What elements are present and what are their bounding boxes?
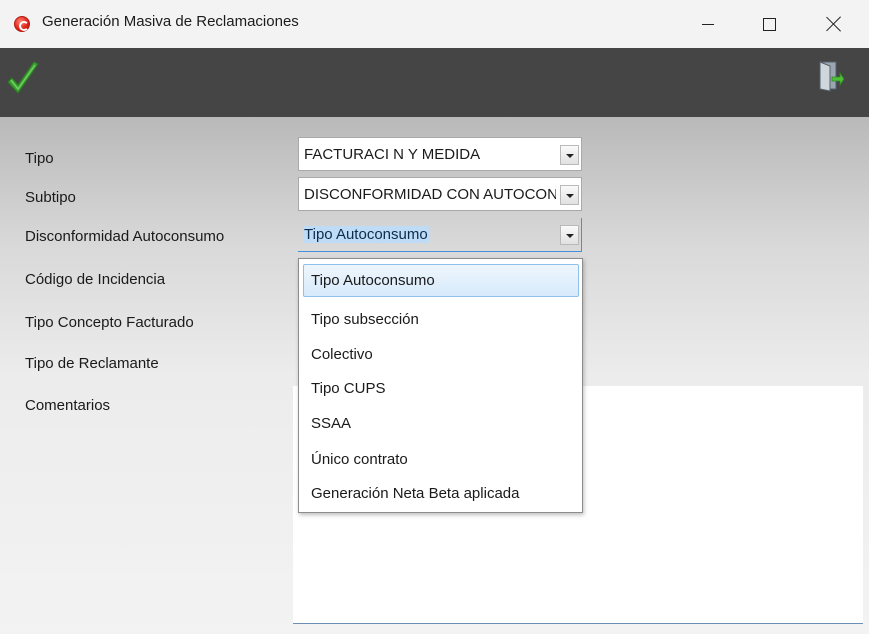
dropdown-option[interactable]: Único contrato bbox=[303, 443, 579, 476]
tipo-select-value: FACTURACI N Y MEDIDA bbox=[304, 146, 481, 163]
tipo-reclamante-label: Tipo de Reclamante bbox=[25, 355, 159, 372]
title-bar: Generación Masiva de Reclamaciones bbox=[0, 0, 869, 48]
subtipo-select-value: DISCONFORMIDAD CON AUTOCONSUMO bbox=[304, 186, 556, 203]
app-icon bbox=[14, 16, 30, 32]
chevron-down-icon[interactable] bbox=[560, 145, 579, 165]
disconformidad-dropdown-list: Tipo Autoconsumo Tipo subsección Colecti… bbox=[298, 258, 583, 513]
comentarios-label: Comentarios bbox=[25, 397, 111, 414]
minimize-icon bbox=[702, 23, 714, 25]
codigo-incidencia-label: Código de Incidencia bbox=[25, 271, 166, 288]
subtipo-label: Subtipo bbox=[25, 189, 76, 206]
chevron-down-icon[interactable] bbox=[560, 225, 579, 245]
window-title: Generación Masiva de Reclamaciones bbox=[42, 13, 299, 30]
dropdown-option[interactable]: Tipo CUPS bbox=[303, 372, 579, 405]
dropdown-option[interactable]: Tipo subsección bbox=[303, 303, 579, 336]
exit-button[interactable] bbox=[818, 60, 845, 92]
dropdown-option[interactable]: Generación Neta Beta aplicada bbox=[303, 477, 579, 510]
confirm-button[interactable] bbox=[6, 60, 40, 98]
close-button[interactable] bbox=[807, 0, 861, 48]
disconformidad-select[interactable]: Tipo Autoconsumo bbox=[298, 218, 582, 252]
subtipo-select[interactable]: DISCONFORMIDAD CON AUTOCONSUMO bbox=[298, 177, 582, 211]
tipo-concepto-label: Tipo Concepto Facturado bbox=[25, 314, 194, 331]
selected-value-text: Tipo Autoconsumo bbox=[303, 226, 429, 243]
dropdown-option[interactable]: SSAA bbox=[303, 407, 579, 440]
toolbar bbox=[0, 48, 869, 117]
chevron-down-icon[interactable] bbox=[560, 185, 579, 205]
dropdown-option[interactable]: Tipo Autoconsumo bbox=[303, 264, 579, 297]
exit-door-icon bbox=[819, 61, 845, 92]
close-icon bbox=[826, 16, 842, 32]
checkmark-icon bbox=[7, 61, 39, 94]
tipo-label: Tipo bbox=[25, 150, 54, 167]
disconformidad-label: Disconformidad Autoconsumo bbox=[25, 228, 225, 245]
maximize-button[interactable] bbox=[742, 0, 796, 48]
minimize-button[interactable] bbox=[681, 0, 735, 48]
dropdown-option[interactable]: Colectivo bbox=[303, 338, 579, 371]
maximize-icon bbox=[762, 17, 776, 31]
disconformidad-select-value: Tipo Autoconsumo bbox=[303, 226, 429, 243]
tipo-select[interactable]: FACTURACI N Y MEDIDA bbox=[298, 137, 582, 171]
